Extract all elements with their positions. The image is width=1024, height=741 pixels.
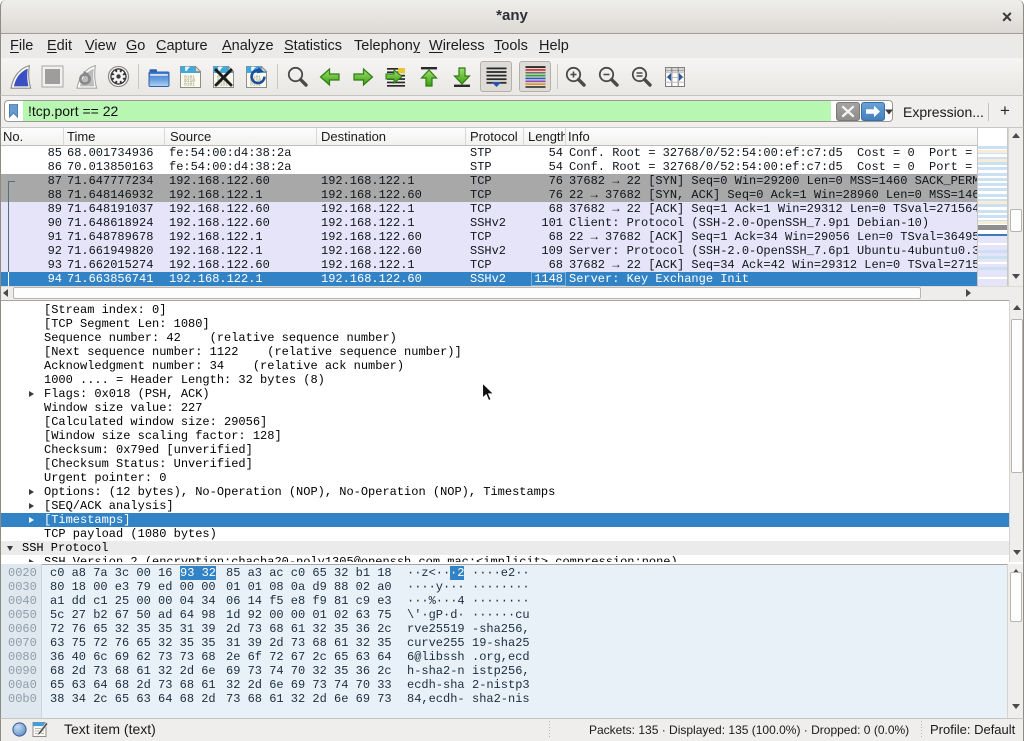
svg-text:0101: 0101 xyxy=(184,82,195,88)
